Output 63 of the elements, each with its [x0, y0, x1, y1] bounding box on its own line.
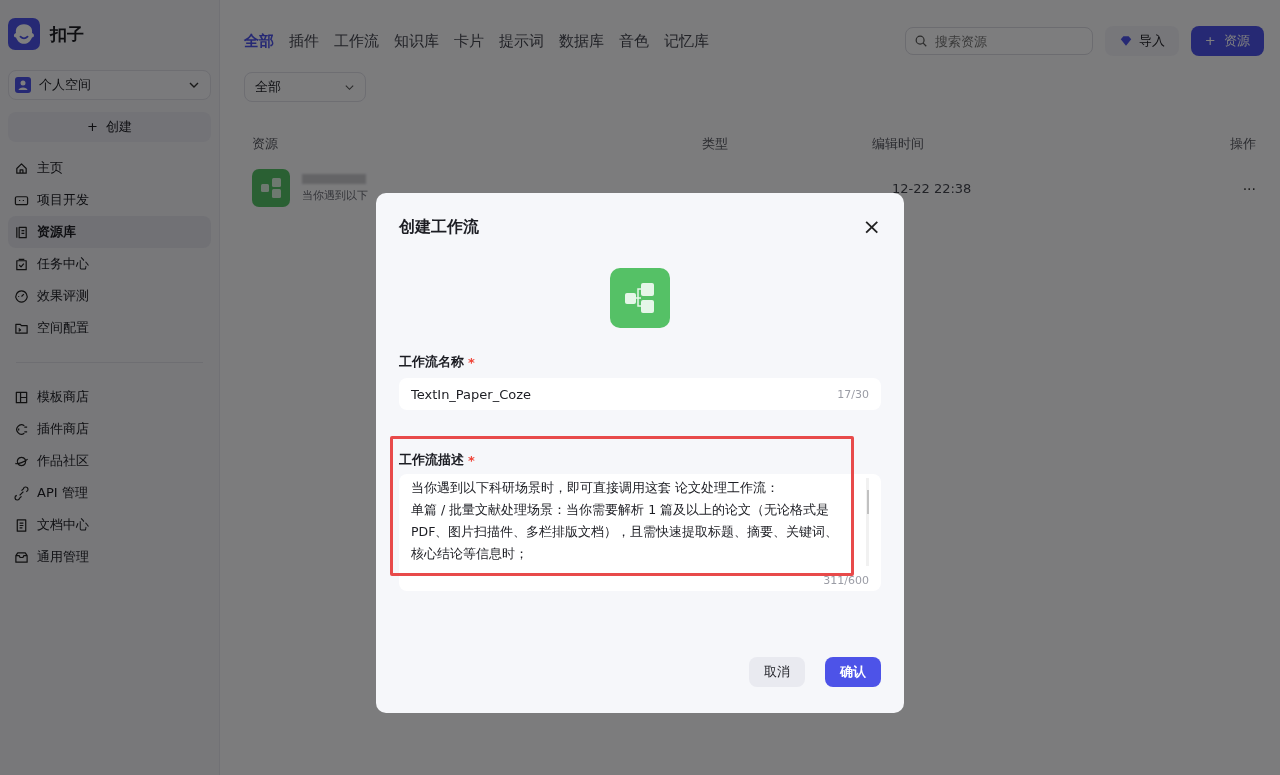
- column-header: 资源: [252, 135, 279, 153]
- app-name: 扣子: [50, 22, 84, 46]
- filter-dropdown[interactable]: 全部: [244, 72, 366, 102]
- home-icon: [14, 160, 29, 176]
- required-mark: *: [468, 452, 475, 468]
- column-header: 编辑时间: [872, 135, 925, 153]
- required-mark: *: [468, 354, 475, 370]
- doc-icon: [14, 517, 29, 533]
- link-icon: [14, 485, 29, 501]
- resource-tab[interactable]: 全部: [244, 31, 274, 51]
- create-button[interactable]: + 创建: [8, 112, 211, 142]
- inbox-icon: [14, 549, 29, 565]
- import-button[interactable]: 导入: [1104, 26, 1179, 56]
- resource-tab[interactable]: 卡片: [454, 31, 484, 51]
- template-icon: [14, 389, 29, 405]
- resource-tab[interactable]: 音色: [619, 31, 649, 51]
- sidebar-item[interactable]: 插件商店: [8, 413, 211, 445]
- sidebar-item[interactable]: 项目开发: [8, 184, 211, 216]
- description-field[interactable]: 当你遇到以下科研场景时，即可直接调用这套 论文处理工作流： 单篇 / 批量文献处理场景：当你需要解析 1 篇及以上的论文（无论格式是PDF、图片扫描件、多栏排版文档），且需快速提取标题、摘要、关键词、核心结论等信息时； 311/600: [399, 474, 881, 591]
- search-icon: [913, 34, 928, 48]
- edit-time: 12-22 22:38: [891, 180, 973, 196]
- sidebar-item[interactable]: 空间配置: [8, 312, 211, 344]
- user-icon: [15, 77, 31, 93]
- gauge-icon: [14, 288, 29, 304]
- close-button[interactable]: ×: [862, 216, 881, 238]
- description-paragraph: 当你遇到以下科研场景时，即可直接调用这套 论文处理工作流：: [411, 479, 780, 497]
- book-icon: [14, 224, 29, 240]
- sidebar-item[interactable]: 模板商店: [8, 381, 211, 413]
- resource-tab[interactable]: 插件: [289, 31, 319, 51]
- sidebar-item[interactable]: 资源库: [8, 216, 211, 248]
- workspace-dropdown[interactable]: 个人空间: [8, 70, 211, 100]
- add-resource-button[interactable]: + 资源: [1190, 26, 1264, 56]
- resource-tab[interactable]: 知识库: [394, 31, 439, 51]
- column-header: 类型: [702, 135, 729, 153]
- confirm-button[interactable]: 确认: [825, 657, 881, 687]
- task-icon: [14, 256, 29, 272]
- blurred-name: [302, 173, 366, 184]
- sidebar-item[interactable]: 作品社区: [8, 445, 211, 477]
- diamond-icon: [1118, 34, 1133, 48]
- workflow-icon: [252, 169, 290, 207]
- more-menu-button[interactable]: ···: [1242, 180, 1256, 197]
- sidebar-item[interactable]: API 管理: [8, 477, 211, 509]
- dialog-title: 创建工作流: [399, 216, 479, 238]
- app-logo-icon: [8, 18, 40, 50]
- plug-icon: [14, 421, 29, 437]
- sidebar-item[interactable]: 文档中心: [8, 509, 211, 541]
- field-label: 工作流名称: [399, 353, 464, 371]
- search-field[interactable]: 搜索资源: [904, 27, 1093, 55]
- name-field[interactable]: TextIn_Paper_Coze 17/30: [399, 378, 881, 410]
- sidebar-item[interactable]: 主页: [8, 152, 211, 184]
- column-header: 操作: [1230, 135, 1256, 153]
- field-label: 工作流描述: [399, 451, 464, 469]
- resource-tab[interactable]: 提示词: [499, 31, 544, 51]
- workflow-icon: [610, 268, 670, 328]
- resource-tab[interactable]: 工作流: [334, 31, 379, 51]
- resource-tab[interactable]: 记忆库: [664, 31, 709, 51]
- resource-tab[interactable]: 数据库: [559, 31, 604, 51]
- resource-description: 当你遇到以下: [302, 187, 368, 203]
- cancel-button[interactable]: 取消: [749, 657, 805, 687]
- sidebar-item[interactable]: 通用管理: [8, 541, 211, 573]
- sidebar-item[interactable]: 效果评测: [8, 280, 211, 312]
- description-paragraph: 单篇 / 批量文献处理场景：当你需要解析 1 篇及以上的论文（无论格式是PDF、图片扫描件、多栏排版文档），且需快速提取标题、摘要、关键词、核心结论等信息时；: [411, 501, 840, 563]
- sidebar-item[interactable]: 任务中心: [8, 248, 211, 280]
